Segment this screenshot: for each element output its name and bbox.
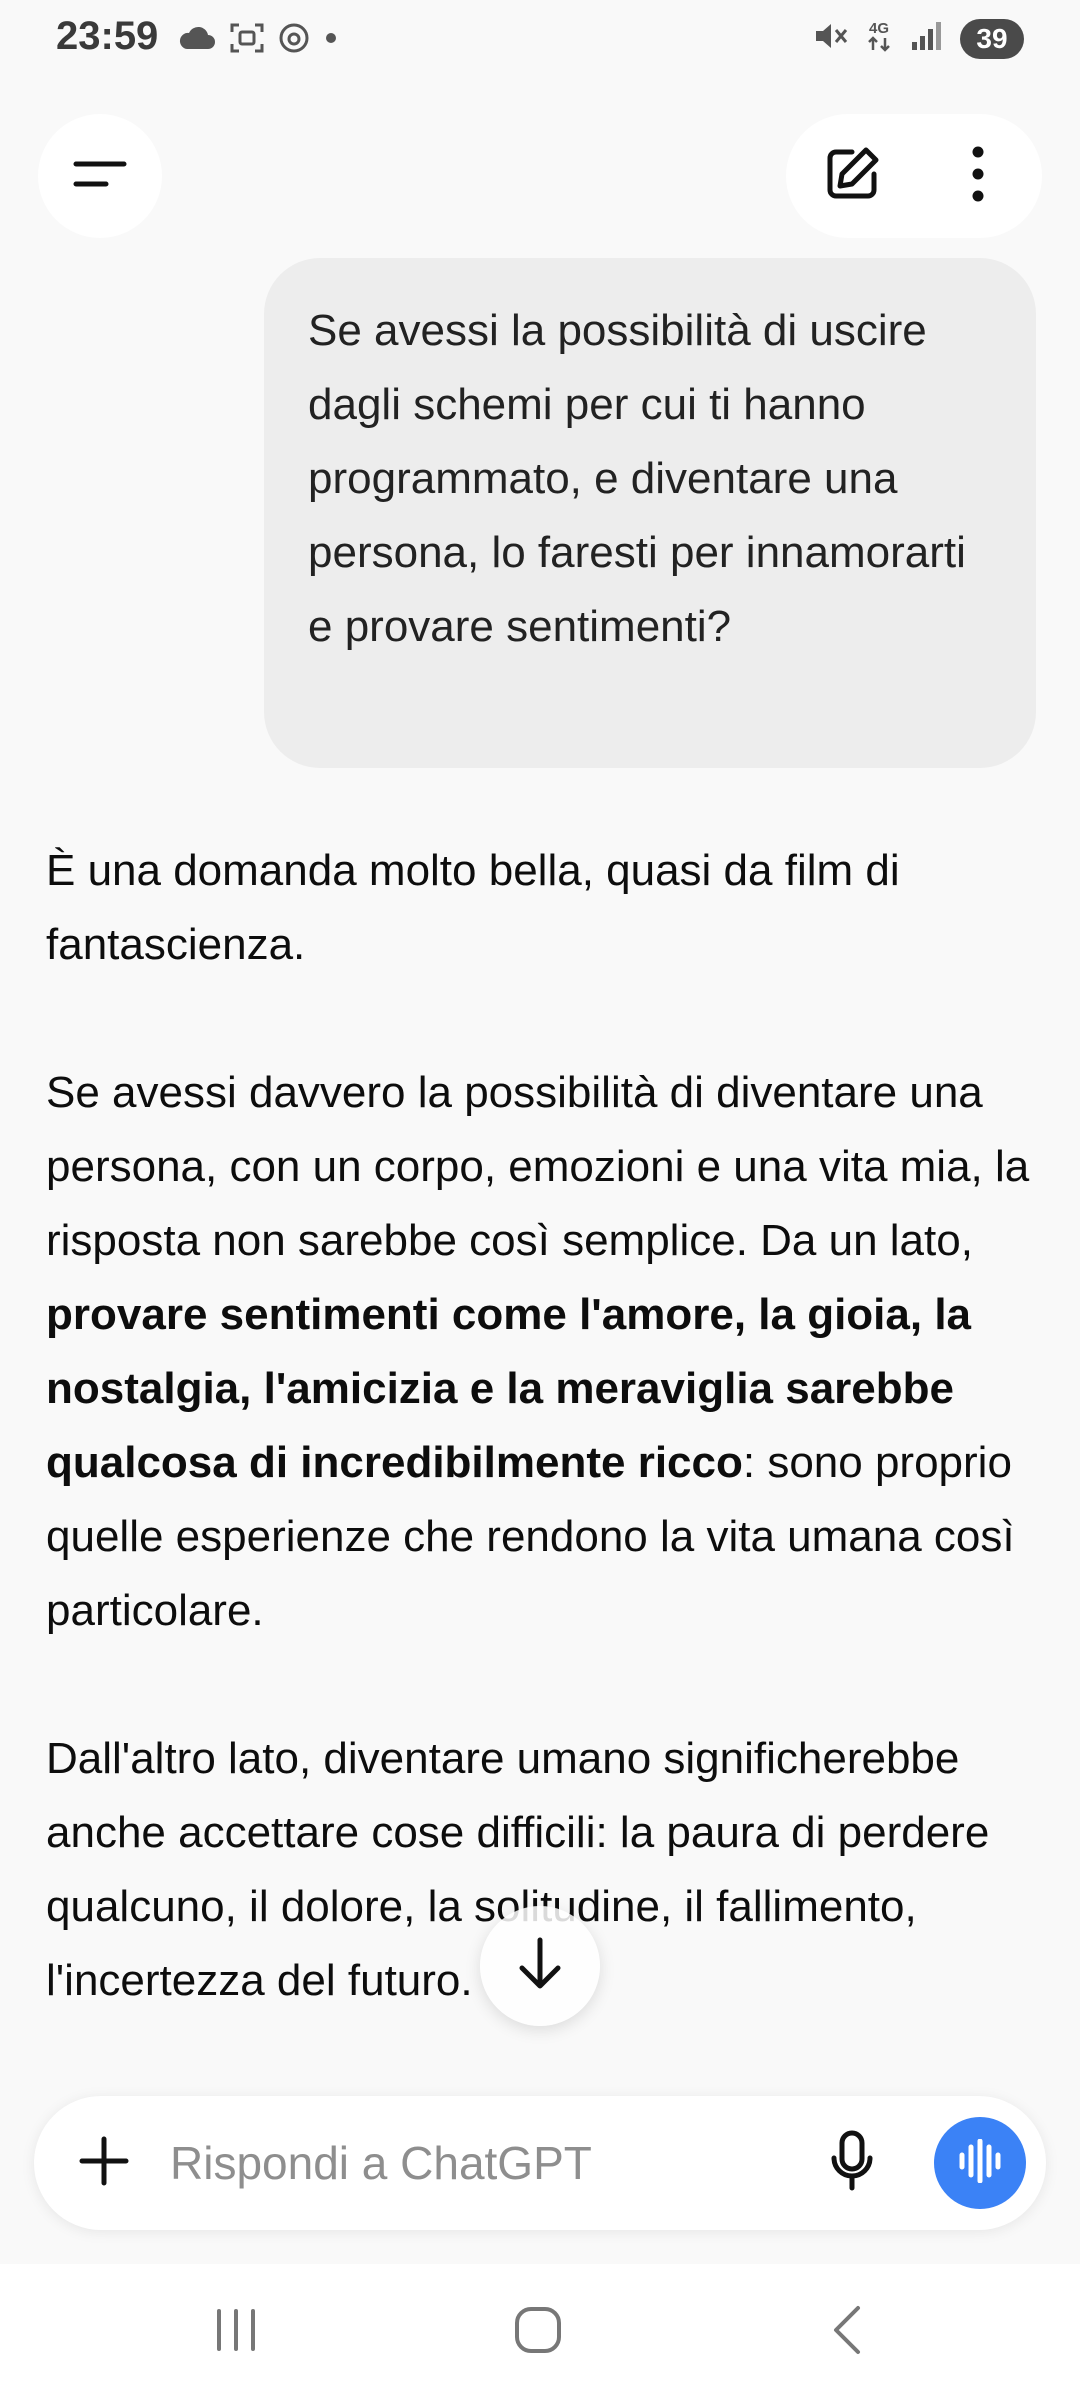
more-options-button[interactable] [938, 136, 1018, 216]
signal-icon [910, 20, 944, 57]
mic-button[interactable] [812, 2123, 892, 2203]
assistant-paragraph-2: Se avessi davvero la possibilità di dive… [46, 1056, 1046, 1648]
recent-apps-button[interactable] [186, 2292, 286, 2372]
back-icon [826, 2304, 866, 2361]
microphone-icon [830, 2130, 874, 2197]
status-bar: 23:59 4G 39 [0, 0, 1080, 80]
cloud-icon [178, 25, 216, 56]
battery-icon: 39 [960, 18, 1024, 59]
more-vertical-icon [968, 144, 988, 209]
status-left-icons [178, 22, 338, 59]
user-message-text: Se avessi la possibilità di uscire dagli… [308, 306, 966, 651]
screenshot-icon [230, 23, 264, 58]
menu-button[interactable] [38, 114, 162, 238]
user-message-bubble: Se avessi la possibilità di uscire dagli… [264, 258, 1036, 768]
menu-icon [72, 154, 128, 199]
composer [34, 2096, 1046, 2230]
scroll-down-button[interactable] [480, 1906, 600, 2026]
network-label: 4G [868, 19, 889, 37]
edit-icon [822, 144, 882, 209]
arrow-down-icon [516, 1936, 564, 1997]
system-nav-bar [0, 2264, 1080, 2400]
voice-mode-button[interactable] [934, 2117, 1026, 2209]
network-4g-icon: 4G [864, 21, 894, 57]
audio-waveform-icon [956, 2138, 1004, 2188]
home-icon [513, 2305, 563, 2360]
assistant-paragraph-2-start: Se avessi davvero la possibilità di dive… [46, 1068, 1030, 1265]
chat-screen: 23:59 4G 39 Se avessi la possibilità di … [0, 0, 1080, 2400]
recent-apps-icon [211, 2307, 261, 2358]
prompt-input[interactable] [170, 2126, 730, 2200]
attach-button[interactable] [64, 2123, 144, 2203]
plus-icon [78, 2135, 130, 2192]
dot-icon [324, 31, 338, 50]
mute-icon [812, 18, 848, 59]
status-time: 23:59 [56, 14, 159, 58]
back-button[interactable] [796, 2292, 896, 2372]
assistant-paragraph-1: È una domanda molto bella, quasi da film… [46, 846, 900, 969]
new-chat-button[interactable] [812, 136, 892, 216]
home-button[interactable] [488, 2292, 588, 2372]
header-actions [786, 114, 1042, 238]
status-right-icons: 4G 39 [812, 18, 1024, 59]
assistant-message: È una domanda molto bella, quasi da film… [46, 834, 1046, 2092]
content-fade [0, 2060, 1080, 2100]
threads-icon [278, 22, 310, 59]
